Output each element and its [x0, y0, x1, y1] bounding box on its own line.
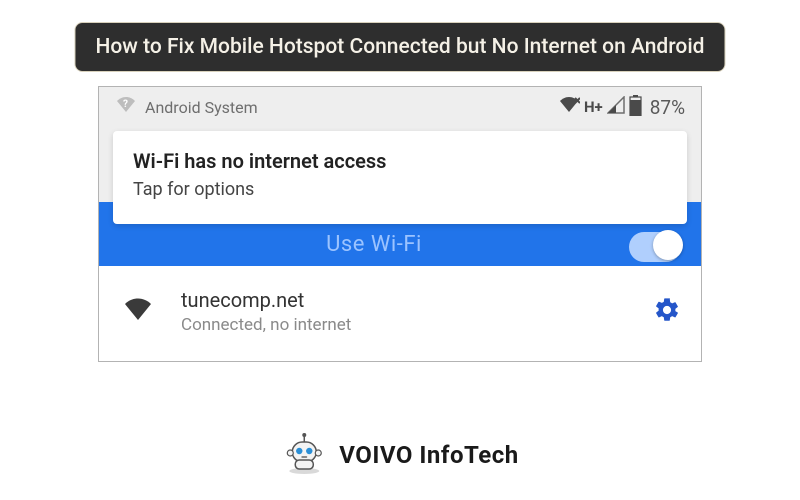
notification-title: Wi-Fi has no internet access [133, 149, 667, 173]
battery-icon [629, 95, 642, 120]
wifi-ssid: tunecomp.net [181, 288, 653, 312]
wifi-connection-status: Connected, no internet [181, 315, 653, 335]
wifi-disabled-icon [558, 96, 580, 118]
battery-percentage: 87% [650, 96, 685, 119]
status-bar-app-label: Android System [145, 98, 258, 117]
notification-card[interactable]: Wi-Fi has no internet access Tap for opt… [113, 131, 687, 224]
page-title: How to Fix Mobile Hotspot Connected but … [74, 22, 725, 72]
android-screenshot-frame: ? Android System H+ [98, 86, 702, 362]
wifi-icon [123, 298, 153, 326]
signal-icon [607, 96, 625, 118]
wifi-toggle[interactable] [629, 232, 681, 262]
brand-robot-icon [281, 430, 327, 480]
svg-text:?: ? [123, 99, 128, 110]
wifi-network-info: tunecomp.net Connected, no internet [181, 288, 653, 335]
notification-subtitle: Tap for options [133, 179, 667, 200]
wifi-question-icon: ? [115, 96, 137, 118]
brand-footer: VOIVO InfoTech [281, 430, 518, 480]
toggle-knob [653, 230, 683, 260]
status-bar-left: ? Android System [115, 96, 258, 118]
brand-name: VOIVO InfoTech [339, 441, 518, 469]
wifi-network-row[interactable]: tunecomp.net Connected, no internet [99, 266, 701, 361]
gear-icon[interactable] [653, 296, 681, 328]
status-bar-right: H+ 87% [558, 87, 685, 127]
status-bar: ? Android System H+ [99, 87, 701, 127]
mobile-data-label: H+ [584, 98, 603, 116]
wifi-header-label: Use Wi-Fi [119, 232, 629, 257]
